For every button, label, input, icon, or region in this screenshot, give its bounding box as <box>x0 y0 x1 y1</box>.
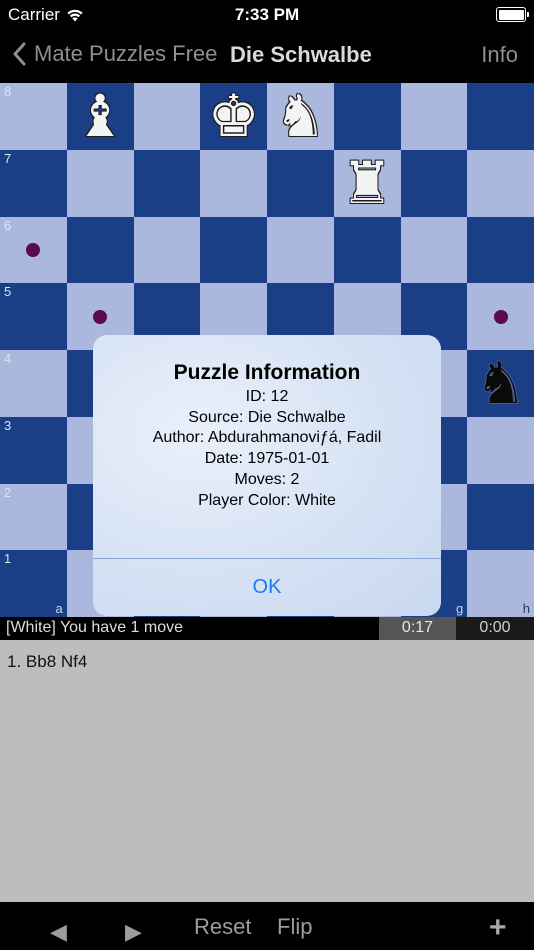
info-author: Author: Abdurahmanoviƒá, Fadil <box>152 429 382 447</box>
reset-button[interactable]: Reset <box>194 914 251 940</box>
square-c7[interactable] <box>133 149 201 217</box>
back-button[interactable]: Mate Puzzles Free <box>12 41 217 67</box>
square-d6[interactable] <box>200 216 267 284</box>
clock-elapsed: 0:17 <box>379 617 456 640</box>
status-bar: Carrier 7:33 PM <box>0 0 534 30</box>
square-g8[interactable] <box>400 83 468 150</box>
rank-label: 5 <box>4 284 12 300</box>
status-time: 7:33 PM <box>234 5 300 24</box>
square-c6[interactable] <box>133 216 201 284</box>
move-hint-dot[interactable] <box>493 309 508 324</box>
next-move-button[interactable]: ▶ <box>125 919 142 945</box>
square-a7[interactable]: 7 <box>0 149 67 217</box>
square-c8[interactable] <box>133 83 201 150</box>
plus-icon: + <box>489 911 507 944</box>
info-moves: Moves: 2 <box>234 470 300 488</box>
square-b7[interactable] <box>66 149 134 217</box>
square-b6[interactable] <box>66 216 134 284</box>
dialog-title: Puzzle Information <box>173 361 361 384</box>
white-rook-icon[interactable]: ♜ <box>341 154 393 212</box>
move-list: 1. Bb8 Nf4 <box>0 640 534 902</box>
ok-button[interactable]: OK <box>93 559 441 616</box>
info-button[interactable]: Info <box>481 42 518 68</box>
turn-status: [White] You have 1 move <box>6 619 183 636</box>
square-h6[interactable] <box>467 216 534 284</box>
square-a5[interactable]: 5 <box>0 283 67 350</box>
black-knight-icon[interactable]: ♞ <box>475 354 527 412</box>
info-source: Source: Die Schwalbe <box>188 408 346 426</box>
move-hint-dot[interactable] <box>93 309 108 324</box>
square-h4[interactable]: ♞ <box>467 350 534 417</box>
clock-secondary: 0:00 <box>456 617 534 640</box>
rank-label: 6 <box>4 217 12 233</box>
square-e7[interactable] <box>267 149 334 217</box>
square-f8[interactable] <box>333 83 401 150</box>
back-button-label: Mate Puzzles Free <box>34 41 218 66</box>
rank-label: 1 <box>4 551 12 567</box>
info-id: ID: 12 <box>245 388 289 405</box>
white-knight-icon[interactable]: ♞ <box>274 87 326 145</box>
triangle-left-icon: ◀ <box>50 919 67 944</box>
square-h2[interactable] <box>467 483 534 551</box>
puzzle-info-dialog: Puzzle Information ID: 12 Source: Die Sc… <box>93 335 441 616</box>
rank-label: 4 <box>4 351 12 366</box>
rank-label: 3 <box>4 417 12 433</box>
square-h1[interactable]: h <box>467 550 534 617</box>
file-label: h <box>522 601 530 616</box>
move-hint-dot[interactable] <box>26 242 41 257</box>
previous-move-button[interactable]: ◀ <box>50 919 67 945</box>
square-g7[interactable] <box>400 149 468 217</box>
triangle-right-icon: ▶ <box>125 919 142 944</box>
info-date: Date: 1975-01-01 <box>204 450 330 468</box>
page-title: Die Schwalbe <box>230 42 372 67</box>
battery-icon <box>496 7 529 22</box>
square-e6[interactable] <box>267 216 334 284</box>
square-h5[interactable] <box>467 283 534 350</box>
square-h7[interactable] <box>467 149 534 217</box>
navigation-bar: Mate Puzzles Free Die Schwalbe Info <box>0 30 534 82</box>
rank-label: 8 <box>4 84 12 99</box>
file-label: g <box>456 601 464 616</box>
square-d8[interactable]: ♚ <box>200 83 267 150</box>
info-player-color: Player Color: White <box>198 491 336 509</box>
square-d7[interactable] <box>200 149 267 217</box>
battery-fill <box>498 9 524 20</box>
square-b8[interactable]: ♝ <box>66 83 134 150</box>
flip-board-button[interactable]: Flip <box>277 914 312 940</box>
add-button[interactable]: + <box>489 911 507 945</box>
square-f7[interactable]: ♜ <box>333 149 401 217</box>
white-bishop-icon[interactable]: ♝ <box>74 87 126 145</box>
rank-label: 7 <box>4 150 12 166</box>
dialog-body: Puzzle Information ID: 12 Source: Die Sc… <box>93 335 441 558</box>
square-h8[interactable] <box>467 83 534 150</box>
square-a1[interactable]: 1a <box>0 550 67 617</box>
square-a3[interactable]: 3 <box>0 416 67 484</box>
square-f6[interactable] <box>333 216 401 284</box>
square-a4[interactable]: 4 <box>0 350 67 417</box>
bottom-toolbar: ◀ ▶ Reset Flip + <box>0 902 534 950</box>
move-list-text: 1. Bb8 Nf4 <box>7 652 88 671</box>
file-label: a <box>55 601 63 616</box>
square-e8[interactable]: ♞ <box>267 83 334 150</box>
square-g6[interactable] <box>400 216 468 284</box>
game-status-strip: [White] You have 1 move 0:17 0:00 <box>0 617 534 640</box>
square-a2[interactable]: 2 <box>0 483 67 551</box>
white-king-icon[interactable]: ♚ <box>208 87 260 145</box>
chevron-left-icon <box>13 42 26 66</box>
square-h3[interactable] <box>467 416 534 484</box>
square-a6[interactable]: 6 <box>0 216 67 284</box>
rank-label: 2 <box>4 484 12 500</box>
square-a8[interactable]: 8 <box>0 83 67 150</box>
